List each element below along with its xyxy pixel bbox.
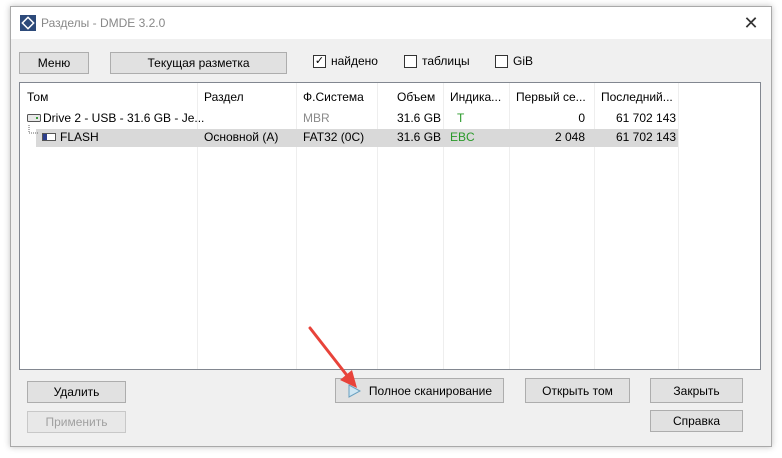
close-button[interactable]: Закрыть [650, 378, 743, 403]
row-volume: Drive 2 - USB - 31.6 GB - Je... [43, 111, 205, 125]
row-first-sector: 2 048 [554, 130, 585, 144]
full-scan-button[interactable]: Полное сканирование [335, 378, 504, 403]
full-scan-label: Полное сканирование [368, 383, 493, 398]
column-divider [594, 83, 595, 369]
found-checkbox[interactable]: ✓ найдено [313, 54, 378, 68]
column-header-volume[interactable]: Том [27, 90, 48, 104]
row-filesystem: FAT32 (0C) [303, 130, 365, 144]
row-volume: FLASH [60, 130, 99, 144]
window-title: Разделы - DMDE 3.2.0 [41, 16, 166, 30]
column-header-last-sector[interactable]: Последний... [601, 90, 673, 104]
gib-checkbox-box[interactable] [495, 54, 508, 68]
column-header-first-sector[interactable]: Первый се... [516, 90, 586, 104]
row-indicator: T [457, 111, 465, 125]
column-divider [377, 83, 378, 369]
column-header-indicator[interactable]: Индика... [450, 90, 501, 104]
column-divider [443, 83, 444, 369]
row-size: 31.6 GB [397, 111, 442, 125]
column-header-partition[interactable]: Раздел [204, 90, 244, 104]
dmde-app-icon [20, 15, 36, 31]
row-partition: Основной (A) [204, 130, 279, 144]
column-divider [296, 83, 297, 369]
title-bar: Разделы - DMDE 3.2.0 ✕ [11, 7, 771, 39]
gib-checkbox[interactable]: GiB [495, 54, 533, 68]
column-divider [678, 83, 679, 369]
partitions-table[interactable]: Том Раздел Ф.Система Объем Индика... Пер… [19, 82, 761, 370]
found-checkbox-box[interactable]: ✓ [313, 54, 326, 68]
found-checkbox-label: найдено [331, 54, 378, 68]
row-first-sector: 0 [578, 111, 585, 125]
gib-checkbox-label: GiB [513, 54, 534, 68]
column-divider [197, 83, 198, 369]
column-header-filesystem[interactable]: Ф.Система [303, 90, 364, 104]
drive-icon [27, 114, 41, 122]
tables-checkbox-box[interactable] [404, 54, 417, 68]
column-header-size[interactable]: Объем [397, 90, 435, 104]
row-filesystem: MBR [303, 111, 330, 125]
menu-button[interactable]: Меню [19, 52, 89, 74]
partition-icon [42, 133, 56, 141]
play-icon [348, 383, 361, 398]
tables-checkbox[interactable]: таблицы [404, 54, 470, 68]
partitions-dialog: Разделы - DMDE 3.2.0 ✕ Меню Текущая разм… [10, 6, 772, 447]
close-window-icon[interactable]: ✕ [731, 7, 771, 39]
row-size: 31.6 GB [397, 130, 442, 144]
row-last-sector: 61 702 143 [616, 111, 677, 125]
delete-button[interactable]: Удалить [27, 381, 126, 403]
current-layout-button[interactable]: Текущая разметка [110, 52, 287, 74]
help-button[interactable]: Справка [650, 410, 743, 432]
tree-connector-icon [28, 125, 38, 134]
tables-checkbox-label: таблицы [422, 54, 470, 68]
row-last-sector: 61 702 143 [616, 130, 677, 144]
row-indicator: EBC [450, 130, 475, 144]
column-divider [509, 83, 510, 369]
open-volume-button[interactable]: Открыть том [525, 378, 630, 403]
apply-button[interactable]: Применить [27, 411, 126, 433]
